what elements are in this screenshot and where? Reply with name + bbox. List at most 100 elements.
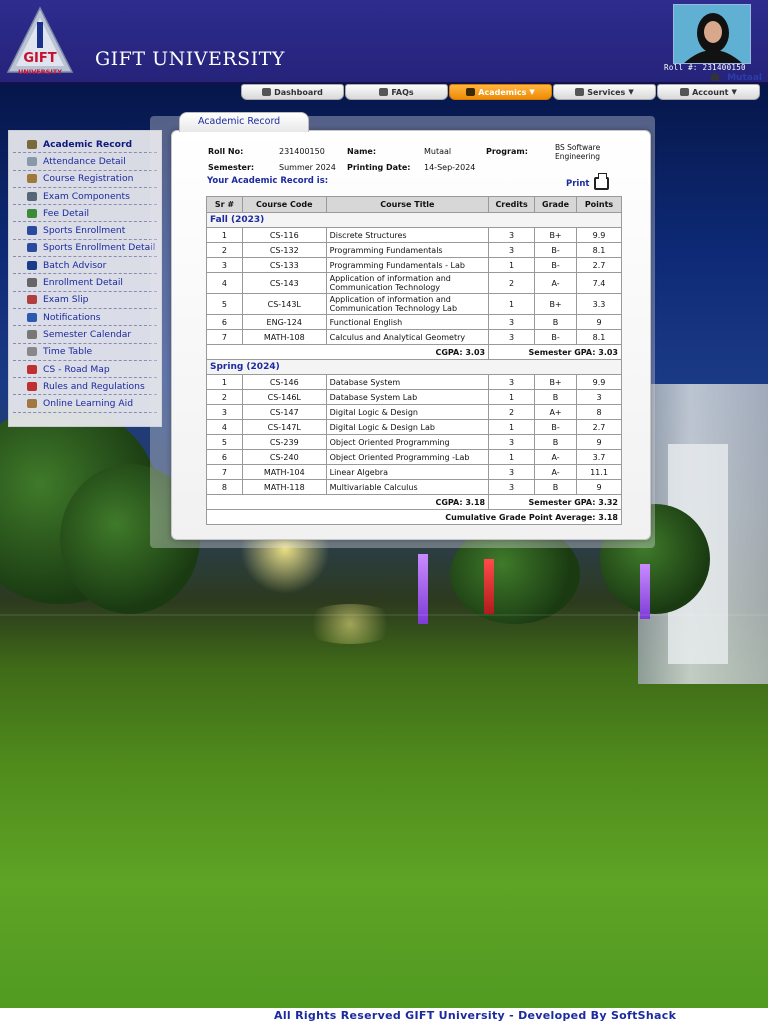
- credits-cell: 3: [488, 464, 536, 480]
- column-header: Course Code: [241, 196, 327, 213]
- sidebar-item-label: Fee Detail: [43, 207, 90, 219]
- sidebar-item-label: Sports Enrollment: [43, 225, 126, 237]
- points-cell: 7.4: [576, 272, 622, 294]
- sidebar-item-enrollment-detail[interactable]: Enrollment Detail: [13, 274, 157, 292]
- gift-logo[interactable]: GIFT UNIVERSITY: [4, 4, 76, 76]
- credits-cell: 3: [488, 314, 536, 330]
- sr-cell: 2: [206, 242, 243, 258]
- credits-cell: 3: [488, 242, 536, 258]
- column-header: Grade: [534, 196, 578, 213]
- credits-cell: 3: [488, 329, 536, 345]
- program-label: Program:: [486, 147, 528, 156]
- caret-down-icon: ▼: [628, 88, 634, 96]
- svg-text:UNIVERSITY: UNIVERSITY: [18, 68, 62, 76]
- roll-no-label: Roll No:: [208, 147, 244, 156]
- sidebar-item-sports-enrollment-detail[interactable]: Sports Enrollment Detail: [13, 240, 157, 258]
- sidebar-item-notifications[interactable]: Notifications: [13, 309, 157, 327]
- column-header: Points: [576, 196, 622, 213]
- caret-down-icon: ▼: [731, 88, 737, 96]
- table-row: 5 CS-143L Application of information and C…: [206, 293, 622, 315]
- table-row: 2 CS-132 Programming Fundamentals 3 B- 8.1: [206, 242, 622, 258]
- sidebar-item-online-learning-aid[interactable]: Online Learning Aid: [13, 395, 157, 413]
- points-cell: 9.9: [576, 227, 622, 243]
- grade-cell: B-: [534, 242, 578, 258]
- footer-copyright: All Rights Reserved GIFT University - De…: [274, 1009, 677, 1022]
- university-name: GIFT UNIVERSITY: [95, 48, 285, 70]
- points-cell: 2.7: [576, 257, 622, 273]
- sidebar-item-time-table[interactable]: Time Table: [13, 344, 157, 361]
- user-menu[interactable]: Mutaal: [711, 73, 762, 83]
- nav-label: Services: [587, 87, 626, 97]
- tab-academic-record[interactable]: Academic Record: [179, 112, 309, 132]
- sidebar-item-sports-enrollment[interactable]: Sports Enrollment: [13, 222, 157, 240]
- points-cell: 8.1: [576, 329, 622, 345]
- sidebar-item-attendance-detail[interactable]: Attendance Detail: [13, 153, 157, 171]
- grade-cell: B+: [534, 293, 578, 315]
- course-code-cell: CS-239: [241, 434, 327, 450]
- sr-cell: 3: [206, 257, 243, 273]
- batch-advisor-icon: [27, 260, 37, 270]
- credits-cell: 1: [488, 293, 536, 315]
- sr-cell: 3: [206, 404, 243, 420]
- cgpa-cell: CGPA: 3.18: [205, 494, 490, 510]
- course-title-cell: Object Oriented Programming -Lab: [325, 449, 490, 465]
- sr-cell: 7: [206, 329, 243, 345]
- nav-faqs[interactable]: FAQs: [345, 84, 448, 100]
- nav-dashboard[interactable]: Dashboard: [241, 84, 344, 100]
- nav-label: Dashboard: [274, 87, 323, 97]
- sidebar-item-label: Exam Slip: [43, 294, 89, 306]
- column-header: Sr #: [206, 196, 243, 213]
- sidebar-item-rules-and-regulations[interactable]: Rules and Regulations: [13, 378, 157, 396]
- sidebar-item-semester-calendar[interactable]: Semester Calendar: [13, 326, 157, 344]
- course-code-cell: MATH-108: [241, 329, 327, 345]
- course-title-cell: Application of information and Communica…: [325, 293, 490, 315]
- sidebar-menu: Academic Record Attendance Detail Course R…: [8, 130, 162, 427]
- points-cell: 9: [576, 479, 622, 495]
- grade-cell: B+: [534, 374, 578, 390]
- sr-cell: 1: [206, 374, 243, 390]
- users-icon: [680, 88, 690, 96]
- sidebar-item-academic-record[interactable]: Academic Record: [13, 136, 157, 154]
- cumulative-gpa-cell: Cumulative Grade Point Average: 3.18: [206, 509, 622, 525]
- points-cell: 9: [576, 434, 622, 450]
- table-row: 7 MATH-108 Calculus and Analytical Geometr…: [206, 329, 622, 345]
- program-value-line1: BS Software: [555, 143, 601, 152]
- sidebar-item-label: Course Registration: [43, 173, 134, 185]
- nav-label: Academics: [478, 87, 527, 97]
- table-row: 6 ENG-124 Functional English 3 B 9: [206, 314, 622, 330]
- sidebar-item-label: Batch Advisor: [43, 259, 107, 271]
- sr-cell: 1: [206, 227, 243, 243]
- column-header: Course Title: [325, 196, 490, 213]
- semester-value: Summer 2024: [279, 163, 336, 172]
- sidebar-item-label: Sports Enrollment Detail: [43, 242, 156, 254]
- points-cell: 9.9: [576, 374, 622, 390]
- nav-services[interactable]: Services ▼: [553, 84, 656, 100]
- sidebar-item-exam-slip[interactable]: Exam Slip: [13, 292, 157, 309]
- credits-cell: 1: [488, 257, 536, 273]
- faq-icon: [379, 88, 389, 96]
- sidebar-item-cs-road-map[interactable]: CS - Road Map: [13, 361, 157, 379]
- sidebar-item-batch-advisor[interactable]: Batch Advisor: [13, 257, 157, 275]
- nav-academics[interactable]: Academics ▼: [449, 84, 552, 100]
- table-row: 3 CS-147 Digital Logic & Design 2 A+ 8: [206, 404, 622, 420]
- print-button[interactable]: Print: [566, 173, 610, 190]
- grade-cell: B: [534, 434, 578, 450]
- sidebar-item-exam-components[interactable]: Exam Components: [13, 188, 157, 206]
- credits-cell: 3: [488, 227, 536, 243]
- sidebar-item-fee-detail[interactable]: Fee Detail: [13, 205, 157, 223]
- gpa-row: CGPA: 3.03 Semester GPA: 3.03: [205, 344, 622, 360]
- nav-label: FAQs: [391, 87, 414, 97]
- nav-account[interactable]: Account ▼: [657, 84, 760, 100]
- printer-icon: [594, 173, 610, 190]
- name-value: Mutaal: [424, 147, 452, 156]
- sidebar-item-course-registration[interactable]: Course Registration: [13, 171, 157, 188]
- semester-label: Semester:: [208, 163, 255, 172]
- record-heading: Your Academic Record is:: [207, 176, 329, 186]
- table-row: 2 CS-146L Database System Lab 1 B 3: [206, 389, 622, 405]
- roll-number-label: Roll #: 231400150: [664, 63, 746, 72]
- sports-enrollment-detail-icon: [27, 243, 37, 253]
- sidebar-item-label: Online Learning Aid: [43, 398, 134, 410]
- grade-cell: A-: [534, 272, 578, 294]
- course-registration-icon: [27, 174, 37, 184]
- student-photo: [673, 4, 751, 64]
